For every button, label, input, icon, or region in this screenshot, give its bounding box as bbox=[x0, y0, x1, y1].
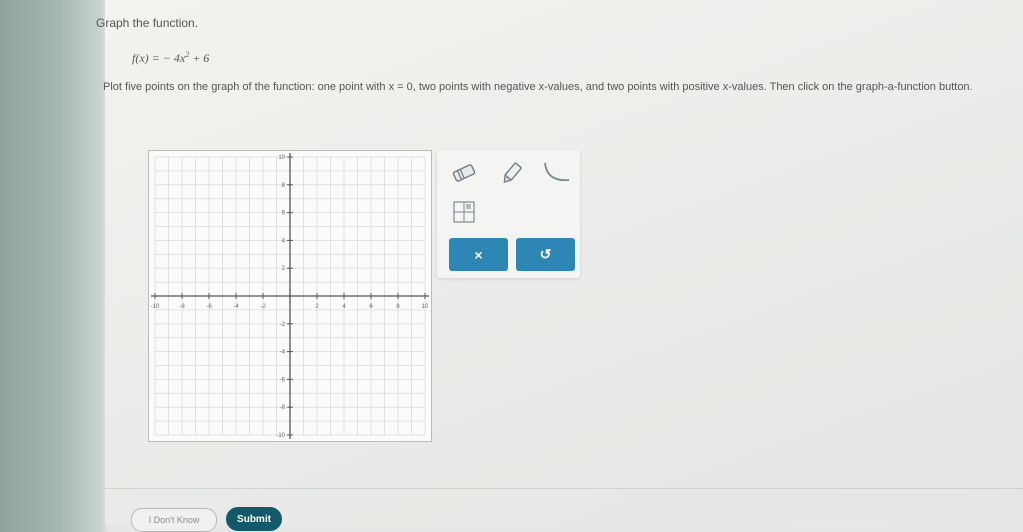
formula-suffix: + 6 bbox=[189, 51, 210, 65]
graph-function-button[interactable] bbox=[449, 197, 479, 227]
x-tick-label: 2 bbox=[315, 304, 319, 310]
function-formula: f(x) = − 4x2 + 6 bbox=[132, 50, 209, 66]
x-tick-label: 6 bbox=[369, 304, 373, 310]
y-tick-label: 2 bbox=[282, 266, 286, 272]
x-tick-label: 10 bbox=[422, 304, 429, 310]
y-tick-label: -4 bbox=[280, 350, 286, 356]
x-tick-label: -6 bbox=[206, 304, 212, 310]
tool-palette: × ↺ bbox=[437, 150, 580, 278]
submit-button[interactable]: Submit bbox=[226, 507, 282, 531]
y-tick-label: 10 bbox=[278, 155, 285, 161]
y-tick-label: 8 bbox=[282, 183, 286, 189]
formula-prefix: f(x) = − 4x bbox=[132, 51, 186, 65]
y-tick-label: 4 bbox=[282, 238, 286, 244]
x-tick-label: -8 bbox=[179, 304, 185, 310]
eraser-icon bbox=[452, 164, 476, 182]
function-grid-icon bbox=[453, 201, 475, 223]
graph-panel[interactable]: -10 -8 -6 -4 -2 2 4 6 8 10 10 8 6 4 2 -2 -4 -6 -8 -10 bbox=[148, 150, 432, 442]
y-tick-label: 6 bbox=[282, 211, 286, 217]
eraser-tool[interactable] bbox=[449, 158, 479, 188]
parabola-curve-icon bbox=[544, 162, 570, 182]
y-tick-label: -6 bbox=[280, 377, 286, 383]
x-tick-label: -2 bbox=[260, 304, 266, 310]
dont-know-button[interactable]: I Don't Know bbox=[131, 508, 217, 532]
curve-tool[interactable] bbox=[541, 158, 571, 188]
undo-button[interactable]: ↺ bbox=[516, 238, 575, 271]
clear-button[interactable]: × bbox=[449, 238, 508, 271]
y-tick-label: -10 bbox=[276, 433, 285, 439]
pencil-icon bbox=[503, 162, 522, 184]
y-tick-label: -8 bbox=[280, 405, 286, 411]
coordinate-plane[interactable]: -10 -8 -6 -4 -2 2 4 6 8 10 10 8 6 4 2 -2 -4 -6 -8 -10 bbox=[149, 151, 431, 441]
y-tick-label: -2 bbox=[280, 322, 286, 328]
x-tick-label: 4 bbox=[342, 304, 346, 310]
x-tick-label: 8 bbox=[396, 304, 400, 310]
question-prompt: Graph the function. bbox=[96, 16, 199, 30]
question-instructions: Plot five points on the graph of the fun… bbox=[103, 81, 973, 93]
pencil-tool[interactable] bbox=[497, 158, 527, 188]
x-tick-label: -10 bbox=[151, 304, 160, 310]
x-tick-label: -4 bbox=[233, 304, 239, 310]
